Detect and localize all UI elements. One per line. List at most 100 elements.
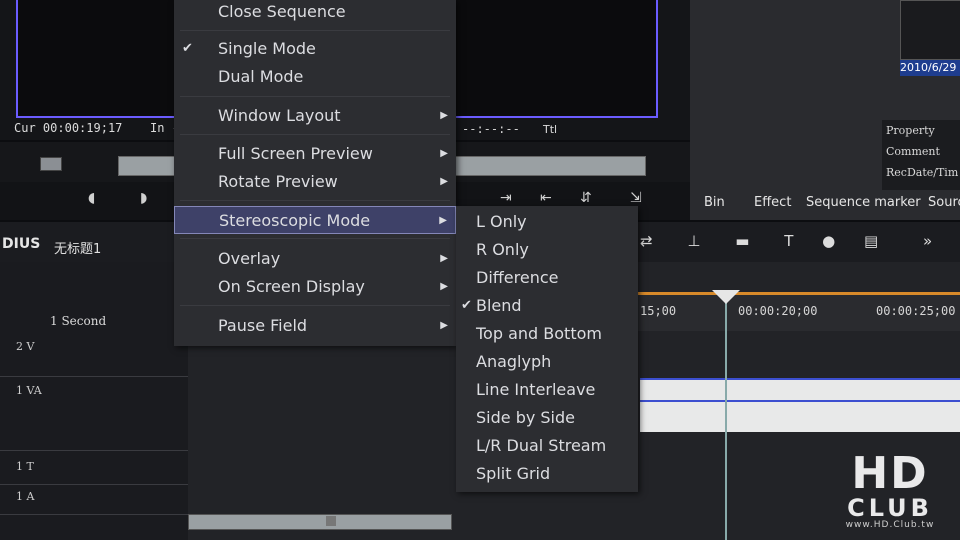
mic-icon[interactable]: ●: [822, 232, 835, 250]
menu-item-label: Close Sequence: [218, 2, 346, 21]
menu-item-label: Pause Field: [218, 316, 308, 335]
ruler-label: 15;00: [640, 304, 677, 318]
submenu-item-r-only[interactable]: R Only: [456, 236, 638, 264]
submenu-item-top-and-bottom[interactable]: Top and Bottom: [456, 320, 638, 348]
timeline-scale[interactable]: 1 Second: [50, 314, 106, 328]
submenu-arrow-icon: ▶: [440, 110, 448, 121]
overwrite-icon[interactable]: ⇤: [540, 190, 552, 206]
submenu-arrow-icon: ▶: [440, 176, 448, 187]
submenu-item-label: L/R Dual Stream: [476, 436, 607, 455]
tab-bin[interactable]: Bin: [704, 192, 725, 214]
mark-in-icon[interactable]: ◖: [88, 190, 95, 206]
menu-separator: [180, 200, 450, 201]
property-row: Comment: [886, 145, 940, 158]
submenu-item-label: Difference: [476, 268, 559, 287]
menu-item-on-screen-display[interactable]: On Screen Display ▶: [174, 273, 456, 301]
submenu-item-lr-dual-stream[interactable]: L/R Dual Stream: [456, 432, 638, 460]
playhead[interactable]: [725, 292, 727, 540]
title-icon[interactable]: T: [784, 232, 793, 250]
tab-effect[interactable]: Effect: [754, 192, 791, 214]
submenu-arrow-icon: ▶: [440, 253, 448, 264]
check-icon: ✔: [182, 41, 193, 56]
menu-item-label: Dual Mode: [218, 67, 304, 86]
insert-icon[interactable]: ⇥: [500, 190, 512, 206]
watermark-url: www.HD.Club.tw: [845, 520, 935, 530]
timeline-toolbar: ⇄ ⊥ ▬ T ● ▤ »: [640, 232, 932, 250]
submenu-item-label: L Only: [476, 212, 527, 231]
tab-source[interactable]: Sourc: [928, 192, 960, 214]
shuttle-handle[interactable]: [40, 157, 62, 171]
menu-item-label: Rotate Preview: [218, 172, 338, 191]
menu-item-close-sequence[interactable]: Close Sequence: [174, 0, 456, 26]
horizontal-scrollbar[interactable]: [188, 514, 452, 530]
marker-icon[interactable]: ▬: [735, 232, 749, 250]
menu-separator: [180, 96, 450, 97]
thumbnail-date: 2010/6/29: [900, 60, 960, 76]
render-icon[interactable]: ▤: [864, 232, 878, 250]
ruler-label: 00:00:20;00: [738, 304, 818, 318]
track-row[interactable]: 2 V: [0, 334, 188, 377]
submenu-item-anaglyph[interactable]: Anaglyph: [456, 348, 638, 376]
watermark-sub: CLUB: [847, 494, 933, 522]
submenu-arrow-icon: ▶: [440, 148, 448, 159]
submenu-arrow-icon: ▶: [440, 281, 448, 292]
track-row[interactable]: 1 VA: [0, 376, 188, 451]
sequence-name: 无标题1: [54, 242, 102, 257]
track-name: 1 VA: [16, 384, 42, 397]
submenu-item-split-grid[interactable]: Split Grid: [456, 460, 638, 488]
lift-icon[interactable]: ⇵: [580, 190, 592, 206]
submenu-item-blend[interactable]: ✔ Blend: [456, 292, 638, 320]
property-row: Property: [886, 124, 935, 137]
menu-item-single-mode[interactable]: ✔ Single Mode: [174, 35, 456, 63]
more-icon[interactable]: »: [923, 232, 932, 250]
cur-label: Cur: [14, 121, 36, 135]
track-row[interactable]: 1 A: [0, 484, 188, 515]
timeline-clip[interactable]: [640, 378, 960, 432]
ripple-icon[interactable]: ⇄: [640, 232, 653, 250]
track-name: 1 T: [16, 460, 34, 473]
menu-item-label: Full Screen Preview: [218, 144, 373, 163]
menu-item-label: Single Mode: [218, 39, 316, 58]
submenu-item-l-only[interactable]: L Only: [456, 208, 638, 236]
menu-item-window-layout[interactable]: Window Layout ▶: [174, 102, 456, 130]
watermark-main: HD: [851, 448, 929, 499]
export-icon[interactable]: ⇲: [630, 190, 642, 206]
menu-item-full-screen-preview[interactable]: Full Screen Preview ▶: [174, 140, 456, 168]
check-icon: ✔: [461, 298, 472, 313]
scrollbar-thumb[interactable]: [326, 516, 336, 526]
clip-thumbnail[interactable]: [900, 0, 960, 60]
bin-tabs: Bin Effect Sequence marker Sourc: [700, 192, 960, 214]
track-name: 2 V: [16, 340, 35, 353]
menu-item-stereoscopic-mode[interactable]: Stereoscopic Mode ▶: [174, 206, 456, 234]
razor-icon[interactable]: ⊥: [687, 232, 700, 250]
ruler-label: 00:00:25;00: [876, 304, 956, 318]
track-row[interactable]: 1 T: [0, 450, 188, 485]
app-title: DIUS: [2, 236, 41, 252]
hdclub-watermark: HD CLUB www.HD.Club.tw: [826, 452, 954, 534]
mark-out-icon[interactable]: ◗: [140, 190, 147, 206]
menu-item-pause-field[interactable]: Pause Field ▶: [174, 312, 456, 340]
in-label: In: [150, 121, 165, 135]
menu-item-rotate-preview[interactable]: Rotate Preview ▶: [174, 168, 456, 196]
menu-item-label: Overlay: [218, 249, 281, 268]
clip-divider: [640, 400, 960, 402]
menu-separator: [180, 305, 450, 306]
submenu-item-label: Anaglyph: [476, 352, 552, 371]
submenu-item-side-by-side[interactable]: Side by Side: [456, 404, 638, 432]
playhead-cap-icon[interactable]: [712, 290, 740, 304]
submenu-item-label: Top and Bottom: [476, 324, 602, 343]
submenu-item-label: R Only: [476, 240, 529, 259]
cur-value: 00:00:19;17: [42, 121, 123, 135]
tab-sequence-marker[interactable]: Sequence marker: [806, 192, 921, 214]
menu-separator: [180, 134, 450, 135]
submenu-item-difference[interactable]: Difference: [456, 264, 638, 292]
stereoscopic-submenu: L Only R Only Difference ✔ Blend Top and…: [456, 206, 638, 492]
menu-item-dual-mode[interactable]: Dual Mode: [174, 63, 456, 91]
current-timecode: Cur 00:00:19;17: [14, 121, 122, 135]
track-name: 1 A: [16, 490, 35, 503]
submenu-item-line-interleave[interactable]: Line Interleave: [456, 376, 638, 404]
menu-item-overlay[interactable]: Overlay ▶: [174, 245, 456, 273]
menu-item-label: On Screen Display: [218, 277, 365, 296]
menu-separator: [180, 30, 450, 31]
submenu-item-label: Side by Side: [476, 408, 575, 427]
